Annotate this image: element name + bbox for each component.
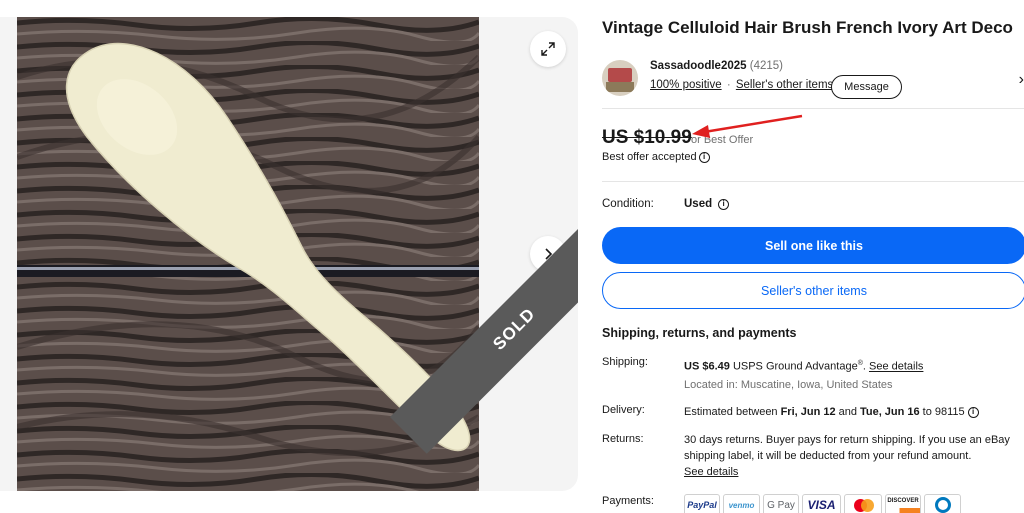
seller-positive-link[interactable]: 100% positive bbox=[650, 79, 722, 91]
delivery-zip: to 98115 bbox=[922, 406, 965, 418]
info-icon[interactable]: i bbox=[967, 406, 979, 418]
venmo-icon: venmo bbox=[723, 494, 760, 513]
paypal-icon: PayPal bbox=[684, 494, 720, 513]
returns-label: Returns: bbox=[602, 433, 644, 445]
seller-links: 100% positive · Seller's other items · bbox=[650, 79, 844, 91]
delivery-start: Fri, Jun 12 bbox=[780, 406, 836, 418]
payments-label: Payments: bbox=[602, 495, 654, 507]
seller-chevron-icon[interactable]: › bbox=[1019, 71, 1024, 89]
shipping-cost: US $6.49 bbox=[684, 360, 730, 373]
seller-avatar[interactable] bbox=[602, 60, 638, 96]
condition-value: Used i bbox=[684, 198, 730, 210]
condition-label: Condition: bbox=[602, 198, 654, 210]
returns-text: 30 days returns. Buyer pays for return s… bbox=[684, 434, 1010, 462]
shipping-value: US $6.49 USPS Ground Advantage®. See det… bbox=[684, 356, 1024, 375]
visa-icon: VISA bbox=[802, 494, 841, 513]
delivery-and: and bbox=[838, 406, 857, 418]
offer-status-text: Best offer accepted bbox=[602, 151, 697, 163]
shipping-see-details-link[interactable]: See details bbox=[869, 361, 923, 373]
condition-text: Used bbox=[684, 198, 713, 210]
listing-details: Vintage Celluloid Hair Brush French Ivor… bbox=[602, 0, 1024, 513]
shipping-sep: . bbox=[862, 360, 866, 373]
sellers-other-items-button[interactable]: Seller's other items bbox=[602, 272, 1024, 309]
item-location: Located in: Muscatine, Iowa, United Stat… bbox=[684, 379, 893, 391]
expand-icon bbox=[541, 42, 555, 56]
annotation-arrow bbox=[692, 114, 803, 138]
seller-other-items-link[interactable]: Seller's other items bbox=[736, 79, 833, 91]
google-pay-icon: G Pay bbox=[763, 494, 799, 513]
delivery-label: Delivery: bbox=[602, 404, 645, 416]
shipping-section-heading: Shipping, returns, and payments bbox=[602, 326, 797, 340]
seller-feedback-count: (4215) bbox=[749, 60, 783, 72]
message-seller-button[interactable]: Message bbox=[831, 75, 902, 99]
returns-see-details-link[interactable]: See details bbox=[684, 466, 738, 478]
discover-text: DISCOVER bbox=[887, 498, 919, 504]
item-price: US $10.99 bbox=[602, 127, 692, 148]
diners-club-icon bbox=[924, 494, 961, 513]
sell-one-like-this-button[interactable]: Sell one like this bbox=[602, 227, 1024, 264]
offer-status: Best offer accepted i bbox=[602, 151, 710, 163]
mastercard-icon bbox=[844, 494, 882, 513]
shipping-service: USPS Ground Advantage bbox=[732, 360, 858, 373]
returns-value: 30 days returns. Buyer pays for return s… bbox=[684, 432, 1024, 480]
delivery-prefix: Estimated between bbox=[684, 406, 778, 418]
separator-dot: · bbox=[726, 79, 731, 91]
discover-icon: DISCOVER bbox=[885, 494, 921, 513]
info-icon[interactable]: i bbox=[718, 198, 730, 210]
expand-image-button[interactable] bbox=[530, 31, 566, 67]
price-block: US $10.99 or Best Offer Best offer accep… bbox=[602, 124, 1024, 182]
image-gallery: SOLD bbox=[0, 17, 578, 491]
payment-methods: PayPal venmo G Pay VISA DISCOVER bbox=[684, 494, 961, 513]
listing-title: Vintage Celluloid Hair Brush French Ivor… bbox=[602, 18, 1013, 37]
seller-name-row: Sassadoodle2025 (4215) bbox=[650, 60, 783, 72]
info-icon[interactable]: i bbox=[698, 151, 710, 163]
shipping-label: Shipping: bbox=[602, 356, 648, 368]
delivery-end: Tue, Jun 16 bbox=[859, 406, 920, 418]
sold-label: SOLD bbox=[489, 304, 539, 354]
seller-card: Sassadoodle2025 (4215) 100% positive · S… bbox=[602, 49, 1024, 109]
delivery-value: Estimated between Fri, Jun 12 and Tue, J… bbox=[684, 404, 1024, 420]
seller-name[interactable]: Sassadoodle2025 bbox=[650, 60, 747, 72]
